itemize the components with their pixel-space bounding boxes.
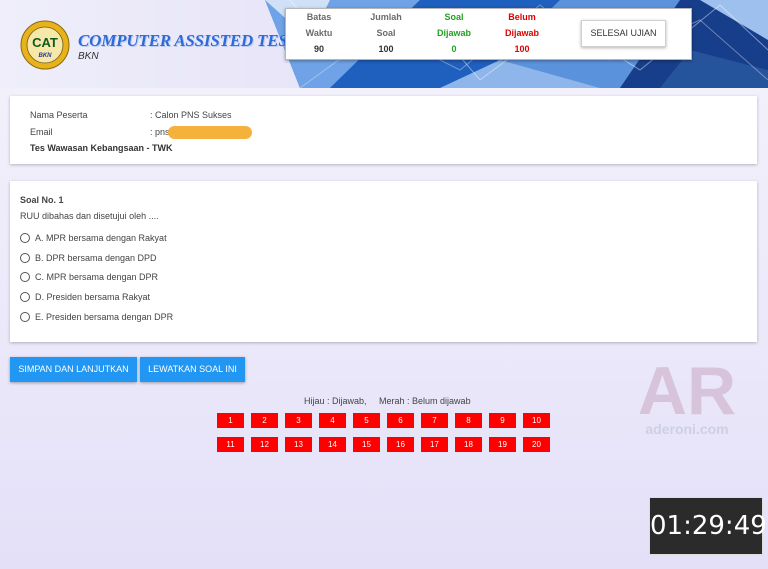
question-number-button[interactable]: 2: [251, 413, 278, 428]
question-number-button[interactable]: 19: [489, 437, 516, 452]
header-bar: CAT BKN COMPUTER ASSISTED TEST BKN Batas…: [0, 0, 768, 88]
participant-email-label: Email: [30, 126, 53, 137]
question-number-button[interactable]: 3: [285, 413, 312, 428]
aderoni-watermark: AR aderoni.com: [638, 353, 736, 437]
question-number-button[interactable]: 16: [387, 437, 414, 452]
email-redaction-mask: [167, 126, 252, 139]
answer-option-b[interactable]: B. DPR bersama dengan DPD: [20, 253, 157, 263]
stat-answered: Soal Dijawab 0: [424, 9, 484, 57]
stat-value: 100: [378, 44, 394, 54]
countdown-timer: 01:29:49: [649, 497, 767, 555]
question-number-button[interactable]: 12: [251, 437, 278, 452]
stat-unanswered: Belum Dijawab 100: [492, 9, 552, 57]
participant-email-row: Email : pns: [30, 126, 252, 139]
question-number-button[interactable]: 10: [523, 413, 550, 428]
radio-button[interactable]: [20, 272, 30, 282]
answer-option-e[interactable]: E. Presiden bersama dengan DPR: [20, 312, 173, 322]
question-number-button[interactable]: 11: [217, 437, 244, 452]
participant-info-card: Nama Peserta : Calon PNS Sukses Email : pn…: [10, 96, 757, 164]
finish-exam-button[interactable]: SELESAI UJIAN: [581, 20, 666, 47]
logo-text: CAT: [32, 35, 58, 50]
answer-option-a[interactable]: A. MPR bersama dengan Rakyat: [20, 233, 167, 243]
watermark-logo: AR: [638, 353, 736, 429]
radio-button[interactable]: [20, 312, 30, 322]
app-title: COMPUTER ASSISTED TEST: [78, 31, 298, 50]
cat-bkn-logo: CAT BKN: [20, 20, 70, 70]
participant-name-label: Nama Peserta: [30, 110, 88, 120]
question-number-button[interactable]: 7: [421, 413, 448, 428]
question-number-button[interactable]: 9: [489, 413, 516, 428]
question-number-button[interactable]: 6: [387, 413, 414, 428]
question-number-button[interactable]: 17: [421, 437, 448, 452]
stat-time-limit: Batas Waktu 90: [289, 9, 349, 57]
stat-value: 90: [313, 44, 324, 54]
question-number-button[interactable]: 15: [353, 437, 380, 452]
save-and-continue-button[interactable]: SIMPAN DAN LANJUTKAN: [10, 357, 137, 382]
app-subtitle: BKN: [78, 51, 99, 62]
skip-question-button[interactable]: LEWATKAN SOAL INI: [140, 357, 245, 382]
question-number-button[interactable]: 20: [523, 437, 550, 452]
question-number-button[interactable]: 4: [319, 413, 346, 428]
stat-value: 0: [451, 44, 457, 54]
radio-button[interactable]: [20, 292, 30, 302]
question-number-button[interactable]: 1: [217, 413, 244, 428]
exam-stats-panel: Batas Waktu 90 Jumlah Soal 100 Soal Dija…: [285, 8, 692, 60]
question-number: Soal No. 1: [20, 195, 64, 205]
radio-button[interactable]: [20, 253, 30, 263]
question-text: RUU dibahas dan disetujui oleh ....: [20, 211, 159, 221]
question-number-button[interactable]: 8: [455, 413, 482, 428]
radio-button[interactable]: [20, 233, 30, 243]
answer-option-d[interactable]: D. Presiden bersama Rakyat: [20, 292, 150, 302]
question-number-button[interactable]: 14: [319, 437, 346, 452]
answer-option-c[interactable]: C. MPR bersama dengan DPR: [20, 272, 158, 282]
question-number-button[interactable]: 18: [455, 437, 482, 452]
logo-subtext: BKN: [39, 53, 53, 59]
stat-total-questions: Jumlah Soal 100: [356, 9, 416, 57]
question-number-button[interactable]: 5: [353, 413, 380, 428]
test-subject-title: Tes Wawasan Kebangsaan - TWK: [30, 143, 173, 153]
status-legend: Hijau : Dijawab, Merah : Belum dijawab: [304, 396, 471, 406]
participant-name-row: Nama Peserta : Calon PNS Sukses: [30, 110, 232, 120]
question-number-button[interactable]: 13: [285, 437, 312, 452]
watermark-text: aderoni.com: [645, 421, 728, 437]
question-card: Soal No. 1 RUU dibahas dan disetujui ole…: [10, 181, 757, 342]
participant-email-value: : pns: [150, 126, 170, 137]
participant-name-value: : Calon PNS Sukses: [150, 110, 232, 120]
stat-value: 100: [514, 44, 530, 54]
